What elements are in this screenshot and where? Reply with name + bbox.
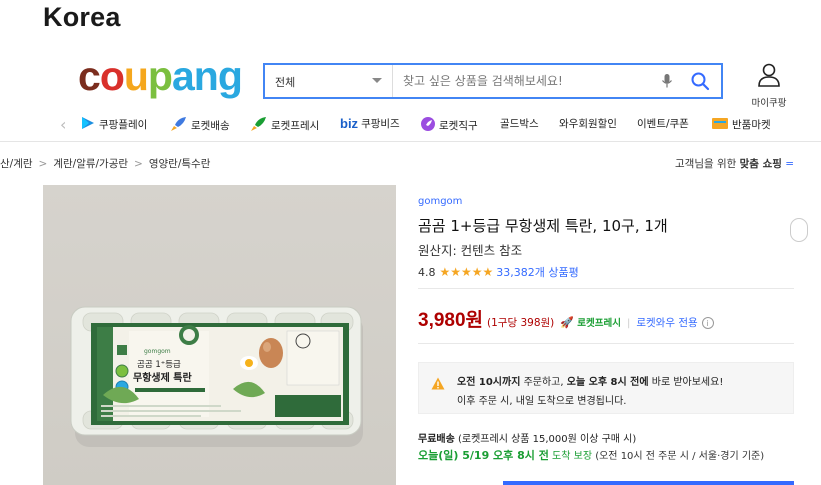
microphone-icon[interactable] — [661, 73, 673, 93]
breadcrumb-item[interactable]: 계란/알류/가공란 — [53, 158, 128, 170]
buy-button-edge[interactable] — [503, 481, 794, 485]
chevron-down-icon — [372, 78, 382, 83]
nav-label: 로켓직구 — [439, 120, 478, 132]
free-shipping-info: 무료배송 (로켓프레시 상품 15,000원 이상 구매 시) — [418, 434, 637, 445]
breadcrumb-separator: > — [134, 158, 143, 170]
user-icon — [756, 63, 782, 92]
egg-carton-illustration: gomgom 곰곰 1⁺등급 무항생제 특란 — [43, 185, 396, 485]
delivery-notice: 오전 10시까지 주문하고, 오늘 오후 8시 전에 바로 받아보세요! 이후 … — [418, 362, 794, 414]
package-brand-text: gomgom — [144, 348, 171, 355]
search-bar: 전체 — [263, 63, 723, 99]
sale-price: 3,980원 — [418, 310, 484, 331]
nav-item-rocket-delivery[interactable]: 로켓배송 — [170, 116, 230, 135]
recommend-text-bold: 맞춤 쇼핑 — [739, 158, 782, 170]
recommend-link[interactable]: 고객님을 위한 맞춤 쇼핑 = — [675, 156, 794, 171]
search-category-select[interactable]: 전체 — [265, 65, 393, 97]
logo-letter: p — [147, 53, 173, 99]
notice-line-2: 이후 주문 시, 내일 도착으로 변경됩니다. — [457, 396, 627, 407]
package-grade-text: 곰곰 1⁺등급 — [137, 360, 181, 370]
chevron-left-icon[interactable]: ‹ — [60, 115, 66, 134]
nav-item-rocket-fresh[interactable]: 로켓프레시 — [250, 116, 319, 135]
nav-label: 골드박스 — [500, 118, 539, 130]
product-image[interactable]: gomgom 곰곰 1⁺등급 무항생제 특란 — [43, 185, 396, 485]
divider-line — [418, 288, 794, 289]
recommend-text: 고객님을 위한 — [675, 158, 740, 170]
logo-letter: u — [123, 53, 149, 99]
rocket-fresh-badge: 🚀 로켓프레시 — [560, 316, 621, 329]
return-market-icon — [711, 116, 729, 133]
nav-item-gold-box[interactable]: 골드박스 — [500, 116, 539, 131]
category-nav: ‹ 쿠팡플레이 로켓배송 로켓프레시 biz 쿠팡비즈 로켓직구 골드박스 와우… — [0, 113, 821, 137]
logo-letter: c — [78, 53, 101, 99]
page-heading: Korea — [43, 2, 121, 32]
search-input[interactable] — [403, 65, 653, 97]
product-title: 곰곰 1+등급 무항생제 특란, 10구, 1개 — [418, 217, 668, 235]
breadcrumb-item[interactable]: 영양란/특수란 — [149, 158, 211, 170]
search-icon[interactable] — [690, 71, 710, 95]
header-divider — [0, 141, 821, 142]
nav-item-events-coupons[interactable]: 이벤트/쿠폰 — [637, 116, 689, 131]
nav-item-return-market[interactable]: 반품마켓 — [711, 116, 771, 133]
brand-link[interactable]: gomgom — [418, 196, 462, 207]
coupang-play-icon — [80, 116, 96, 133]
search-category-label: 전체 — [275, 76, 296, 89]
logo-letter: o — [99, 53, 125, 99]
my-coupang-label: 마이쿠팡 — [751, 98, 787, 109]
star-rating-icon: ★★★★★ — [439, 265, 494, 279]
product-origin: 원산지: 컨텐츠 참조 — [418, 243, 523, 258]
rocket-icon: 🚀 — [560, 316, 574, 329]
nav-item-rocket-direct[interactable]: 로켓직구 — [420, 116, 478, 135]
nav-label: 로켓프레시 — [271, 120, 320, 132]
rating-row: 4.8 ★★★★★ 33,382개 상품평 — [418, 264, 579, 280]
nav-item-wow-discount[interactable]: 와우회원할인 — [559, 116, 617, 131]
rocket-direct-icon — [420, 116, 436, 135]
info-icon[interactable]: i — [701, 317, 714, 329]
unit-price: (1구당 398원) — [487, 317, 555, 329]
arrival-guarantee: 오늘(일) 5/19 오후 8시 전 도착 보장 (오전 10시 전 주문 시 … — [418, 449, 765, 462]
warning-icon — [431, 375, 445, 394]
biz-icon: biz — [340, 116, 359, 131]
rocket-wow-only-label: 로켓와우 전용 — [636, 317, 698, 329]
breadcrumb: 산/계란 > 계란/알류/가공란 > 영양란/특수란 — [0, 156, 210, 171]
price-row: 3,980원 (1구당 398원) 🚀 로켓프레시 | 로켓와우 전용 i — [418, 305, 714, 332]
notice-line-1: 오전 10시까지 주문하고, 오늘 오후 8시 전에 바로 받아보세요! — [457, 377, 724, 388]
review-count-link[interactable]: 33,382개 상품평 — [496, 264, 578, 280]
nav-label: 이벤트/쿠폰 — [637, 118, 689, 130]
my-coupang-button[interactable]: 마이쿠팡 — [744, 62, 794, 109]
nav-label: 쿠팡비즈 — [361, 118, 400, 130]
nav-label: 로켓배송 — [191, 120, 230, 132]
divider-line — [418, 343, 794, 344]
nav-label: 쿠팡플레이 — [99, 119, 148, 131]
breadcrumb-separator: > — [38, 158, 48, 170]
logo-letter: g — [217, 53, 243, 99]
nav-label: 와우회원할인 — [559, 118, 617, 130]
logo-letter: a — [171, 53, 195, 99]
rating-value: 4.8 — [418, 265, 436, 279]
nav-item-coupang-biz[interactable]: biz 쿠팡비즈 — [340, 116, 400, 131]
rocket-fresh-icon — [250, 116, 268, 135]
nav-label: 반품마켓 — [732, 119, 771, 131]
coupang-logo[interactable]: coupang — [78, 53, 243, 99]
nav-item-coupang-play[interactable]: 쿠팡플레이 — [80, 116, 147, 133]
breadcrumb-item[interactable]: 산/계란 — [0, 158, 33, 170]
package-name-text: 무항생제 특란 — [133, 371, 192, 384]
rocket-icon — [170, 116, 188, 135]
share-button[interactable] — [790, 218, 808, 242]
vertical-separator: | — [626, 318, 631, 329]
recommend-arrow: = — [785, 158, 795, 170]
logo-letter: n — [193, 53, 219, 99]
